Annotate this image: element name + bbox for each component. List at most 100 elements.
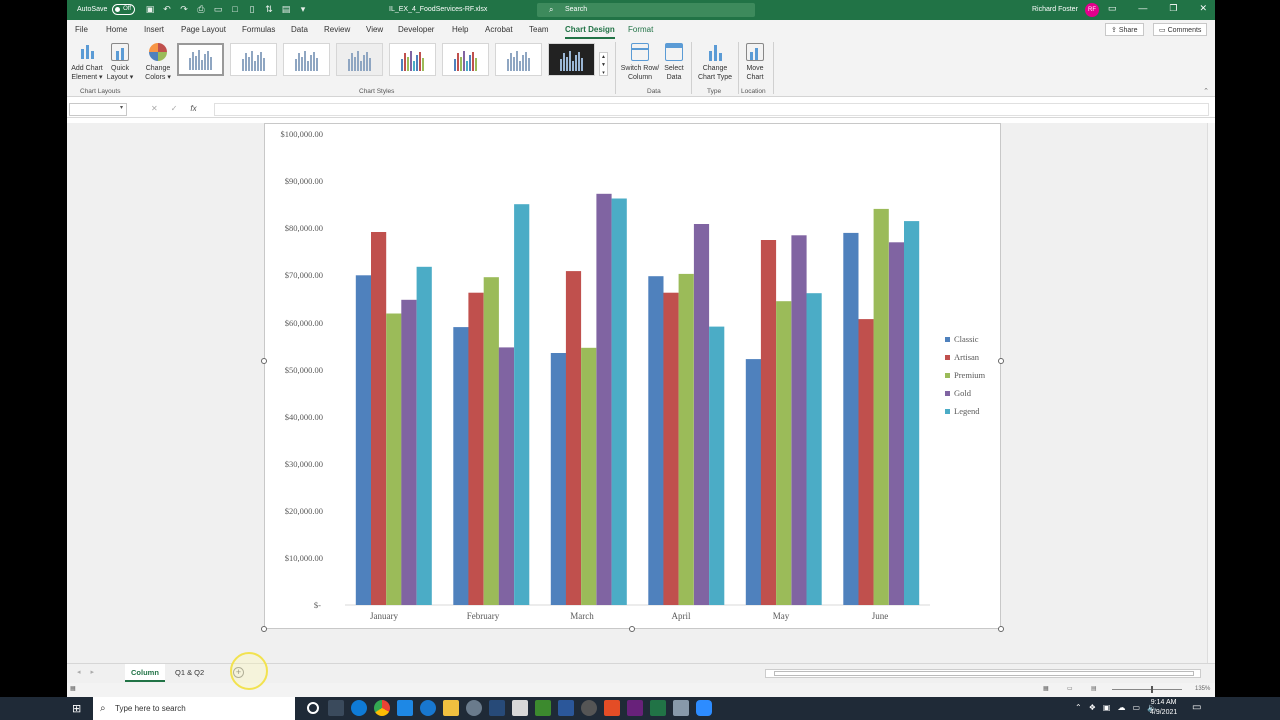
search-box[interactable]: ⌕ Search [537, 3, 755, 17]
bar-legend-may[interactable] [806, 293, 822, 605]
tab-home[interactable]: Home [106, 25, 127, 34]
taskbar-clock[interactable]: 9:14 AM 4/9/2021 [1150, 698, 1177, 718]
tab-format[interactable]: Format [628, 25, 653, 34]
tab-insert[interactable]: Insert [144, 25, 164, 34]
bar-premium-june[interactable] [873, 208, 889, 605]
bar-gold-february[interactable] [498, 347, 514, 605]
zoom-slider[interactable] [1112, 689, 1182, 690]
chart-style-8[interactable] [548, 43, 595, 76]
bar-premium-february[interactable] [483, 277, 499, 605]
change-colors-button[interactable]: Change Colors ▾ [143, 43, 173, 82]
ie-icon[interactable] [420, 700, 436, 716]
tab-view[interactable]: View [366, 25, 383, 34]
tab-help[interactable]: Help [452, 25, 468, 34]
calculator-icon[interactable] [673, 700, 689, 716]
bar-premium-january[interactable] [386, 313, 402, 606]
bar-classic-march[interactable] [550, 353, 566, 605]
open-icon[interactable]: ▭ [213, 4, 223, 15]
excel-icon[interactable] [650, 700, 666, 716]
bar-classic-april[interactable] [648, 276, 664, 605]
comments-button[interactable]: ▭ Comments [1153, 23, 1208, 36]
horizontal-scrollbar[interactable] [765, 669, 1201, 678]
move-chart-button[interactable]: Move Chart [742, 43, 768, 82]
undo-icon[interactable]: ↶ [162, 4, 172, 15]
legend-item-artisan[interactable]: Artisan [945, 352, 979, 362]
add-chart-element-button[interactable]: Add Chart Element ▾ [69, 43, 105, 82]
security-icon[interactable]: ▣ [1103, 703, 1111, 712]
taskbar-search[interactable]: ⌕ Type here to search [93, 697, 295, 720]
avatar[interactable]: RF [1085, 3, 1099, 17]
dreamweaver-icon[interactable] [535, 700, 551, 716]
chart-style-1[interactable] [177, 43, 224, 76]
bar-gold-march[interactable] [596, 193, 612, 606]
switch-row-column-button[interactable]: Switch Row/ Column [619, 43, 661, 82]
legend-item-premium[interactable]: Premium [945, 370, 985, 380]
bar-artisan-january[interactable] [371, 232, 387, 605]
quick-layout-button[interactable]: Quick Layout ▾ [105, 43, 135, 82]
zoom-level[interactable]: 135% [1195, 686, 1210, 692]
network-icon[interactable]: ▭ [1132, 703, 1140, 712]
chart-style-6[interactable] [442, 43, 489, 76]
bar-artisan-may[interactable] [760, 240, 777, 605]
bar-legend-april[interactable] [709, 326, 725, 605]
zoom-slider-thumb[interactable] [1151, 686, 1153, 693]
file-explorer-icon[interactable] [443, 700, 459, 716]
chart-style-2[interactable] [230, 43, 277, 76]
legend-item-classic[interactable]: Classic [945, 334, 979, 344]
resize-handle[interactable] [261, 626, 267, 632]
sort-icon[interactable]: ⇅ [264, 4, 274, 15]
new-icon[interactable]: □ [230, 4, 240, 15]
bar-classic-may[interactable] [745, 359, 761, 605]
visual-studio-code-icon[interactable] [489, 700, 505, 716]
bar-artisan-march[interactable] [565, 271, 582, 605]
tab-team[interactable]: Team [529, 25, 549, 34]
restore-icon[interactable]: ❐ [1169, 3, 1177, 14]
sheet-nav-arrows[interactable]: ◂▸ [77, 668, 104, 676]
chart-style-5[interactable] [389, 43, 436, 76]
bar-premium-april[interactable] [678, 273, 694, 605]
bar-gold-june[interactable] [888, 242, 905, 606]
cortana-icon[interactable] [307, 702, 319, 714]
change-chart-type-button[interactable]: Change Chart Type [695, 43, 735, 82]
bar-legend-february[interactable] [514, 204, 530, 605]
bar-premium-march[interactable] [581, 347, 597, 605]
chart-styles-scroll[interactable]: ▲ ▼ ▾ [599, 52, 608, 76]
collapse-ribbon-icon[interactable]: ⌃ [1203, 87, 1209, 95]
legend-item-legend[interactable]: Legend [945, 406, 980, 416]
cancel-icon[interactable]: ✕ [151, 104, 158, 113]
insert-function-icon[interactable]: fx [190, 104, 196, 113]
print-icon[interactable]: ⎙ [196, 4, 206, 15]
save-icon[interactable]: ▣ [145, 4, 155, 15]
vertical-scrollbar[interactable] [1207, 123, 1215, 663]
mail-icon[interactable] [397, 700, 413, 716]
redo-icon[interactable]: ↷ [179, 4, 189, 15]
tab-file[interactable]: File [75, 25, 88, 34]
sheet-tab-q1-q2[interactable]: Q1 & Q2 [169, 664, 210, 682]
tab-formulas[interactable]: Formulas [242, 25, 275, 34]
task-view-icon[interactable] [328, 700, 344, 716]
bar-gold-january[interactable] [401, 299, 417, 605]
select-data-button[interactable]: Select Data [663, 43, 685, 82]
ribbon-display-icon[interactable]: ▭ [1108, 3, 1117, 14]
user-name[interactable]: Richard Foster [1032, 6, 1078, 13]
sheet-tab-column[interactable]: Column [125, 664, 165, 682]
windows-start-icon[interactable]: ⊞ [72, 702, 81, 715]
bar-gold-may[interactable] [791, 235, 807, 606]
bar-premium-may[interactable] [776, 301, 792, 605]
resize-handle[interactable] [261, 358, 267, 364]
chart-style-7[interactable] [495, 43, 542, 76]
page-layout-view-icon[interactable]: ▭ [1067, 685, 1073, 692]
share-button[interactable]: ⇪ Share [1105, 23, 1144, 36]
bar-artisan-february[interactable] [468, 292, 484, 605]
bar-artisan-june[interactable] [858, 319, 874, 605]
onedrive-icon[interactable]: ☁ [1117, 703, 1125, 712]
recorder-icon[interactable] [581, 700, 597, 716]
edge-icon[interactable] [351, 700, 367, 716]
minimize-icon[interactable]: — [1138, 3, 1147, 14]
tray-overflow-icon[interactable]: ⌃ [1075, 703, 1082, 712]
chart-style-4[interactable] [336, 43, 383, 76]
tab-chart-design[interactable]: Chart Design [565, 25, 615, 39]
normal-view-icon[interactable]: ▦ [1043, 685, 1049, 692]
chart-area[interactable]: $100,000.00 $90,000.00 $80,000.00 $70,00… [264, 123, 1001, 629]
scrollbar-thumb[interactable] [774, 671, 1194, 676]
